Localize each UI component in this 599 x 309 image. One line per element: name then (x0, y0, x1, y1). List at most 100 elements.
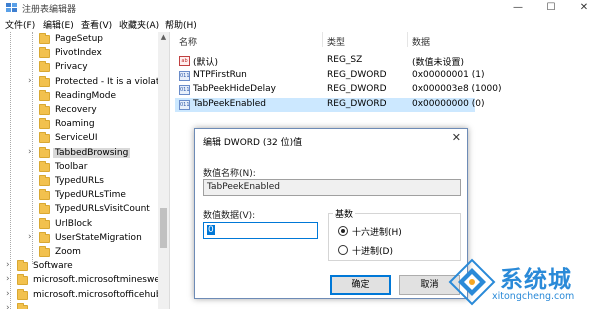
tree-item[interactable]: Roaming (0, 118, 160, 132)
edit-dword-dialog: 编辑 DWORD (32 位)值 ✕ 数值名称(N): TabPeekEnabl… (194, 128, 468, 299)
tree-item[interactable]: TypedURLsTime (0, 189, 160, 203)
maximize-button[interactable]: ☐ (536, 0, 566, 16)
ok-button[interactable]: 确定 (330, 275, 391, 295)
minimize-button[interactable]: — (503, 0, 533, 16)
value-name-field: TabPeekEnabled (203, 179, 461, 196)
folder-icon (39, 231, 50, 243)
folder-icon (39, 146, 50, 158)
tree-item[interactable]: UrlBlock (0, 217, 160, 232)
tree-item[interactable]: Privacy (0, 61, 160, 75)
folder-icon (17, 288, 28, 300)
chevron-right-icon[interactable]: › (28, 76, 32, 86)
folder-icon (39, 203, 50, 215)
title-bar: 注册表编辑器 — ☐ ✕ (0, 0, 599, 16)
chevron-right-icon[interactable]: › (28, 232, 32, 242)
value-row[interactable]: ab (默认) REG_SZ (数值未设置) (175, 54, 475, 68)
tree-scrollbar[interactable]: ▲ (158, 32, 169, 309)
folder-icon (17, 260, 28, 272)
folder-icon (39, 104, 50, 115)
tree-item-label: TypedURLs (55, 176, 104, 186)
string-value-icon: ab (179, 56, 190, 66)
tree-item[interactable]: PageSetup (0, 33, 160, 47)
tree-item[interactable]: ServiceUI (0, 132, 160, 146)
radio-hex-label[interactable]: 十六进制(H) (352, 225, 402, 238)
tree-item-label: UrlBlock (55, 218, 93, 229)
tree-item-label: Zoom (55, 247, 81, 257)
folder-icon (39, 33, 50, 44)
tree-item-label: Roaming (55, 119, 95, 130)
scroll-up-arrow-icon[interactable]: ▲ (159, 33, 168, 41)
chevron-right-icon[interactable]: › (6, 303, 10, 309)
watermark-url: xitongcheng.com (492, 291, 575, 302)
dialog-close-icon[interactable]: ✕ (452, 131, 461, 144)
value-name-label: 数值名称(N): (203, 169, 256, 179)
column-header-type[interactable]: 类型 (327, 35, 345, 48)
radio-hex[interactable] (338, 226, 348, 236)
menu-favorites[interactable]: 收藏夹(A) (119, 18, 159, 31)
value-name: TabPeekHideDelay (193, 84, 276, 94)
tree-item[interactable]: › microsoft.microsoftofficehub_8 (0, 288, 169, 303)
folder-icon (39, 217, 50, 229)
tree-item[interactable]: Recovery (0, 104, 160, 118)
xitongcheng-logo-icon (448, 258, 496, 306)
tree-item-label: Software (33, 261, 73, 272)
value-data-text: 0 (207, 225, 215, 235)
chevron-right-icon[interactable]: › (6, 274, 10, 284)
column-separator[interactable] (322, 32, 323, 47)
folder-icon (39, 75, 50, 87)
folder-icon (17, 274, 28, 286)
menu-file[interactable]: 文件(F) (5, 18, 35, 31)
menu-edit[interactable]: 编辑(E) (43, 18, 74, 31)
tree-item[interactable]: › Software (0, 260, 160, 274)
tree-item[interactable]: TypedURLsVisitCount (0, 203, 160, 217)
tree-item-label: microsoft.microsoftofficehub_8 (33, 289, 170, 300)
value-row[interactable]: 011 NTPFirstRun REG_DWORD 0x00000001 (1) (175, 69, 484, 83)
column-separator[interactable] (407, 32, 408, 47)
tree-item[interactable]: Zoom (0, 246, 160, 260)
tree-item[interactable]: › Protected - It is a violati (0, 75, 162, 90)
folder-icon (39, 189, 50, 201)
tree-item[interactable]: Toolbar (0, 160, 160, 175)
value-name: NTPFirstRun (193, 69, 247, 80)
folder-icon (39, 89, 50, 101)
folder-icon (39, 160, 50, 172)
tree-item-label: TypedURLsVisitCount (55, 204, 150, 215)
chevron-right-icon[interactable]: › (28, 147, 32, 157)
value-row[interactable]: 011 TabPeekHideDelay REG_DWORD 0x000003e8 (… (175, 83, 501, 97)
tree-item[interactable]: › UserStateMigration (0, 231, 160, 246)
registry-tree[interactable]: PageSetup PivotIndex Privacy › Protected - I… (0, 32, 170, 309)
value-name: (默认) (193, 58, 219, 68)
tree-item[interactable]: › TabbedBrowsing (0, 146, 160, 161)
value-name: TabPeekEnabled (193, 98, 266, 109)
scrollbar-thumb[interactable] (160, 208, 167, 248)
tree-item-label: PageSetup (55, 34, 103, 44)
radio-decimal-label[interactable]: 十进制(D) (352, 244, 393, 257)
tree-item-label: Recovery (55, 105, 97, 115)
menu-view[interactable]: 查看(V) (81, 18, 112, 31)
tree-item[interactable]: ReadingMode (0, 89, 160, 104)
window-title: 注册表编辑器 (22, 5, 77, 15)
radio-decimal[interactable] (338, 245, 348, 255)
menu-help[interactable]: 帮助(H) (165, 18, 197, 31)
watermark-brand: 系统城 (500, 267, 572, 293)
tree-item[interactable]: PivotIndex (0, 47, 160, 61)
value-data-label: 数值数据(V): (203, 211, 256, 221)
chevron-right-icon[interactable]: › (6, 260, 10, 270)
chevron-right-icon[interactable]: › (6, 289, 10, 299)
tree-item-label: TypedURLsTime (55, 190, 126, 201)
tree-item[interactable]: › (0, 302, 160, 309)
value-type: REG_DWORD (327, 84, 387, 94)
tree-item[interactable]: › microsoft.microsoftminesweep (0, 274, 169, 288)
value-row[interactable]: 011 TabPeekEnabled REG_DWORD 0x00000000 (0) (175, 97, 484, 112)
value-data-input[interactable]: 0 (203, 222, 318, 239)
tree-item[interactable]: TypedURLs (0, 175, 160, 189)
value-type: REG_DWORD (327, 98, 387, 109)
tree-item-label: ReadingMode (55, 90, 117, 101)
tree-item-label: ServiceUI (55, 133, 98, 144)
column-header-name[interactable]: 名称 (179, 35, 197, 48)
column-header-data[interactable]: 数据 (412, 35, 430, 48)
value-data: (数值未设置) (412, 58, 465, 68)
close-button[interactable]: ✕ (569, 0, 599, 16)
binary-value-icon: 011 (179, 85, 190, 95)
tree-item-label: microsoft.microsoftminesweep (33, 275, 170, 286)
